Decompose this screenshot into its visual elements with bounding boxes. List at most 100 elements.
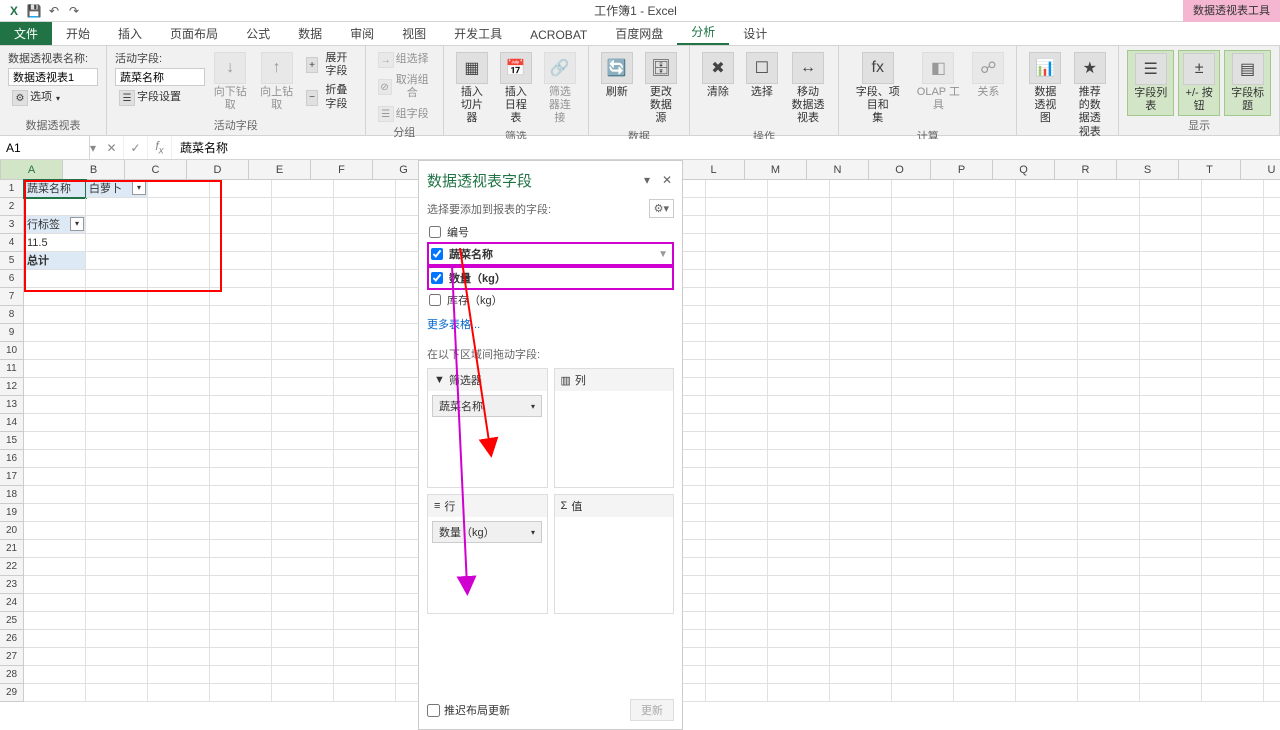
cell[interactable] (954, 594, 1016, 612)
cell[interactable] (1140, 540, 1202, 558)
row-header[interactable]: 8 (0, 306, 24, 324)
cell[interactable] (148, 612, 210, 630)
cell[interactable] (148, 342, 210, 360)
cell[interactable] (86, 198, 148, 216)
cell[interactable] (148, 180, 210, 198)
active-field-input[interactable] (115, 68, 205, 86)
cell[interactable] (1202, 288, 1264, 306)
cell[interactable] (768, 504, 830, 522)
field-item[interactable]: 数量（kg） (427, 266, 674, 290)
cell[interactable] (954, 684, 1016, 702)
cell[interactable] (86, 378, 148, 396)
cell[interactable] (1078, 486, 1140, 504)
cell[interactable] (954, 432, 1016, 450)
cell[interactable] (768, 270, 830, 288)
cell[interactable] (892, 414, 954, 432)
row-header[interactable]: 17 (0, 468, 24, 486)
cell[interactable] (1202, 540, 1264, 558)
cell[interactable] (272, 576, 334, 594)
cell[interactable] (706, 414, 768, 432)
cell[interactable] (334, 666, 396, 684)
cell[interactable]: 白萝卜▾ (86, 180, 148, 198)
tab-insert[interactable]: 插入 (104, 22, 156, 45)
cell[interactable] (1016, 198, 1078, 216)
cell[interactable] (706, 576, 768, 594)
cell[interactable] (86, 684, 148, 702)
cell[interactable] (148, 540, 210, 558)
row-header[interactable]: 16 (0, 450, 24, 468)
tab-acrobat[interactable]: ACROBAT (516, 25, 601, 45)
cell[interactable] (706, 198, 768, 216)
cell[interactable] (86, 450, 148, 468)
change-datasource-button[interactable]: 🗄更改 数据源 (641, 50, 681, 128)
cell[interactable] (830, 234, 892, 252)
cell[interactable] (334, 342, 396, 360)
row-header[interactable]: 13 (0, 396, 24, 414)
cell[interactable] (1016, 576, 1078, 594)
cell[interactable] (1202, 342, 1264, 360)
cell[interactable] (1016, 432, 1078, 450)
cell[interactable] (86, 486, 148, 504)
cell[interactable] (148, 270, 210, 288)
cell[interactable] (1078, 504, 1140, 522)
cell[interactable] (1202, 558, 1264, 576)
cell[interactable] (1264, 306, 1280, 324)
cell[interactable] (272, 360, 334, 378)
cell[interactable] (954, 324, 1016, 342)
cell[interactable] (210, 396, 272, 414)
cell[interactable] (830, 594, 892, 612)
formula-input[interactable] (172, 139, 1280, 157)
cell[interactable] (1202, 432, 1264, 450)
cell[interactable] (1016, 342, 1078, 360)
cell[interactable] (954, 630, 1016, 648)
cell[interactable] (892, 216, 954, 234)
tab-view[interactable]: 视图 (388, 22, 440, 45)
cell[interactable] (272, 612, 334, 630)
cell[interactable] (210, 270, 272, 288)
cell[interactable] (1202, 306, 1264, 324)
cell[interactable] (1202, 324, 1264, 342)
cell[interactable] (86, 270, 148, 288)
cell[interactable] (148, 522, 210, 540)
cell[interactable] (706, 450, 768, 468)
cell[interactable] (892, 180, 954, 198)
cell[interactable] (272, 198, 334, 216)
row-header[interactable]: 9 (0, 324, 24, 342)
cell[interactable] (24, 594, 86, 612)
cell[interactable] (1078, 594, 1140, 612)
cell[interactable] (892, 540, 954, 558)
row-header[interactable]: 29 (0, 684, 24, 702)
cell[interactable] (768, 540, 830, 558)
cell[interactable] (954, 252, 1016, 270)
column-header[interactable]: Q (993, 160, 1055, 179)
cell[interactable] (272, 216, 334, 234)
cell[interactable] (1078, 324, 1140, 342)
cell[interactable] (1078, 666, 1140, 684)
cell[interactable] (1202, 594, 1264, 612)
cell[interactable] (24, 468, 86, 486)
cell[interactable] (1202, 630, 1264, 648)
cell[interactable] (706, 180, 768, 198)
cell[interactable] (1202, 252, 1264, 270)
cell[interactable] (1016, 594, 1078, 612)
cell[interactable] (892, 432, 954, 450)
cell[interactable] (830, 306, 892, 324)
cell[interactable] (1202, 198, 1264, 216)
cell[interactable] (892, 396, 954, 414)
cell[interactable] (210, 450, 272, 468)
cell[interactable] (892, 468, 954, 486)
cell[interactable] (768, 414, 830, 432)
cell[interactable] (1140, 684, 1202, 702)
filter-connections-button[interactable]: 🔗筛选 器连接 (540, 50, 580, 128)
cell[interactable] (1140, 180, 1202, 198)
cell[interactable] (148, 378, 210, 396)
enter-formula-icon[interactable]: ✓ (124, 136, 148, 159)
drill-up-button[interactable]: ↑向上钻取 (255, 50, 297, 114)
cell[interactable] (272, 414, 334, 432)
move-pivot-button[interactable]: ↔移动 数据透视表 (786, 50, 830, 128)
cell[interactable] (1078, 522, 1140, 540)
cell[interactable] (768, 612, 830, 630)
cell[interactable] (1016, 612, 1078, 630)
row-header[interactable]: 21 (0, 540, 24, 558)
cell[interactable] (1016, 630, 1078, 648)
